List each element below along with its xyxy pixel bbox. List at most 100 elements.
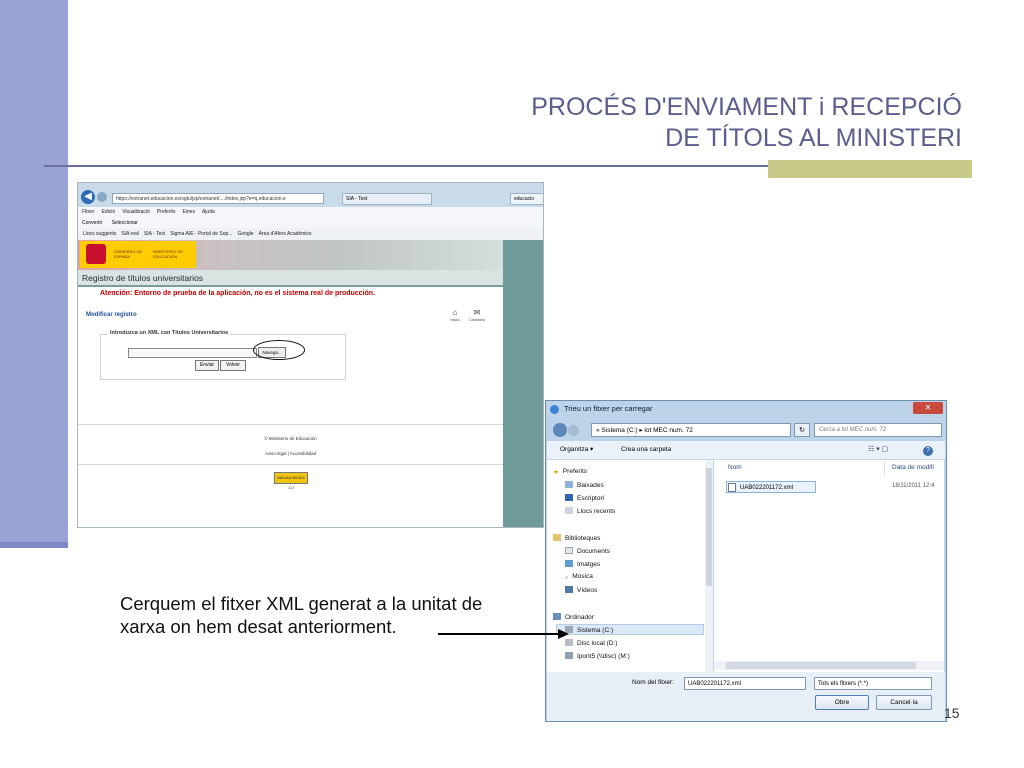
libraries-icon: [553, 534, 561, 541]
view-options-icon[interactable]: ☷ ▾ ▢: [868, 445, 888, 453]
test-environment-alert: Atención: Entorno de prueba de la aplica…: [100, 290, 376, 297]
ministry-logo: GOBIERNO DE ESPAÑA MINISTERIO DE EDUCACI…: [80, 241, 196, 268]
organize-button[interactable]: Organitza ▾: [560, 441, 593, 459]
favorite-item[interactable]: Sigma AIE - Portal de Sop...: [170, 231, 232, 237]
nav-label: Vídeos: [577, 587, 598, 594]
file-path-input[interactable]: [128, 348, 257, 358]
copyright-text: © Ministerio de Educación: [264, 436, 317, 441]
slide-title-line1: PROCÉS D'ENVIAMENT i RECEPCIÓ: [531, 93, 962, 121]
favorite-item[interactable]: Google: [237, 231, 253, 237]
navigation-scroll-thumb[interactable]: [706, 468, 712, 586]
ministry-label: MINISTERIO DE EDUCACIÓN: [153, 249, 184, 259]
left-accent-bar-edge: [0, 542, 68, 548]
slide-caption: Cerquem el fitxer XML generat a la unita…: [120, 593, 483, 637]
back-button[interactable]: Volver: [220, 360, 246, 371]
contact-link[interactable]: ✉ Contacto: [466, 308, 488, 322]
nav-local-disk[interactable]: Disc local (D:): [565, 639, 617, 647]
file-item[interactable]: UAB022201172.xml: [726, 481, 816, 493]
browser-tab-sia-test[interactable]: SIA - Test: [342, 193, 432, 205]
nav-libraries[interactable]: Biblioteques: [553, 534, 600, 542]
refresh-icon[interactable]: ↻: [794, 423, 810, 437]
browser-tab-other[interactable]: educacio: [510, 193, 543, 205]
new-folder-button[interactable]: Crea una carpeta: [621, 441, 671, 459]
web-page: GOBIERNO DE ESPAÑA MINISTERIO DE EDUCACI…: [78, 240, 503, 527]
favorite-item[interactable]: SIA real: [121, 231, 139, 237]
cancel-button[interactable]: Cancel·la: [876, 695, 932, 710]
nav-computer[interactable]: Ordinador: [553, 613, 594, 621]
nav-label: Documents: [577, 548, 610, 555]
nav-network-drive[interactable]: Ipont5 (\\disc) (M:): [565, 652, 630, 660]
help-icon[interactable]: ?: [923, 446, 933, 456]
menu-item[interactable]: Edició: [102, 209, 116, 215]
file-type-select[interactable]: Tots els fitxers (*.*): [814, 677, 932, 690]
browser-background-panel: [503, 240, 543, 527]
contact-label: Contacto: [468, 317, 485, 322]
open-button[interactable]: Obre: [815, 695, 869, 710]
address-bar[interactable]: https://extranet.educacion.es/sgtu/jsp/e…: [112, 193, 324, 204]
column-header-name[interactable]: Nom: [728, 464, 742, 471]
nav-label: Música: [572, 573, 593, 580]
back-arrow-icon[interactable]: ◀: [81, 190, 95, 204]
nav-images[interactable]: Imatges: [565, 560, 600, 568]
favorite-item[interactable]: Àrea d'Afers Acadèmics: [259, 231, 312, 237]
browser-command-bar: Convertir Seleccionar: [78, 218, 543, 228]
slide-title-line2: DE TÍTOLS AL MINISTERI: [665, 124, 962, 152]
column-separator[interactable]: [884, 461, 885, 475]
menu-item[interactable]: Visualització: [122, 209, 150, 215]
home-link[interactable]: ⌂ Inicio: [447, 308, 463, 322]
convert-button[interactable]: Convertir: [82, 220, 102, 226]
nav-favorites[interactable]: ★ Preferits: [553, 468, 588, 476]
column-header-date[interactable]: Data de modifi: [892, 464, 934, 471]
filename-label: Nom del fitxer:: [632, 679, 674, 686]
nav-label: Disc local (D:): [577, 640, 618, 647]
computer-icon: [553, 613, 561, 620]
filename-input[interactable]: UAB022201172.xml: [684, 677, 806, 690]
forward-arrow-icon[interactable]: [97, 192, 107, 202]
footer-links[interactable]: Aviso legal | Accesibilidad: [78, 451, 503, 456]
nav-label: Baixades: [577, 482, 604, 489]
menu-item[interactable]: Fitxer: [82, 209, 95, 215]
nav-recent[interactable]: Llocs recents: [565, 507, 615, 515]
nav-label: Escriptori: [577, 495, 605, 502]
footer-divider: [78, 464, 503, 465]
file-list-scroll-thumb[interactable]: [726, 662, 916, 669]
back-arrow-icon[interactable]: [553, 423, 567, 437]
nav-label: Ipont5 (\\disc) (M:): [577, 653, 630, 660]
nav-system-drive[interactable]: Sistema (C:): [565, 626, 613, 634]
submit-button[interactable]: Enviar: [195, 360, 219, 371]
network-drive-icon: [565, 652, 573, 659]
forward-arrow-icon[interactable]: [568, 425, 579, 436]
nav-videos[interactable]: Vídeos: [565, 586, 597, 594]
browser-menu-bar: Fitxer Edició Visualització Preferits Eines A…: [78, 207, 543, 218]
nav-documents[interactable]: Documents: [565, 547, 610, 555]
favorite-item[interactable]: SIA - Test: [144, 231, 165, 237]
browser-screenshot: ◀ https://extranet.educacion.es/sgtu/jsp…: [77, 182, 544, 528]
upload-legend: Introduzca un XML con Títulos Universita…: [108, 330, 231, 336]
nav-desktop[interactable]: Escriptori: [565, 494, 604, 502]
favorite-item[interactable]: Llocs suggerits: [83, 231, 116, 237]
desktop-icon: [565, 494, 573, 501]
videos-icon: [565, 586, 573, 593]
menu-item[interactable]: Preferits: [157, 209, 176, 215]
home-label: Inicio: [450, 317, 460, 322]
menu-item[interactable]: Eines: [182, 209, 195, 215]
documents-icon: [565, 547, 573, 554]
modify-record-link[interactable]: Modificar registro: [86, 312, 137, 318]
navigation-pane: ★ Preferits Baixades Escriptori Llocs rec…: [547, 460, 706, 672]
music-icon: ♪: [565, 574, 569, 581]
nav-downloads[interactable]: Baixades: [565, 481, 604, 489]
path-breadcrumb[interactable]: « Sistema (C:) ▸ lot MEC num. 72: [591, 423, 791, 437]
left-accent-bar: [0, 0, 68, 548]
file-open-dialog: Trieu un fitxer per carregar ✕ « Sistema…: [545, 400, 947, 722]
home-icon: ⌂: [452, 308, 458, 317]
search-input[interactable]: Cerca a lot MEC num. 72: [814, 423, 942, 437]
select-button[interactable]: Seleccionar: [112, 220, 138, 226]
downloads-icon: [565, 481, 573, 488]
close-icon[interactable]: ✕: [913, 402, 943, 414]
images-icon: [565, 560, 573, 567]
nav-label: Biblioteques: [565, 535, 601, 542]
xml-file-icon: [728, 483, 736, 492]
menu-item[interactable]: Ajuda: [202, 209, 215, 215]
nav-label: Preferits: [562, 468, 588, 475]
nav-music[interactable]: ♪ Música: [565, 573, 593, 581]
